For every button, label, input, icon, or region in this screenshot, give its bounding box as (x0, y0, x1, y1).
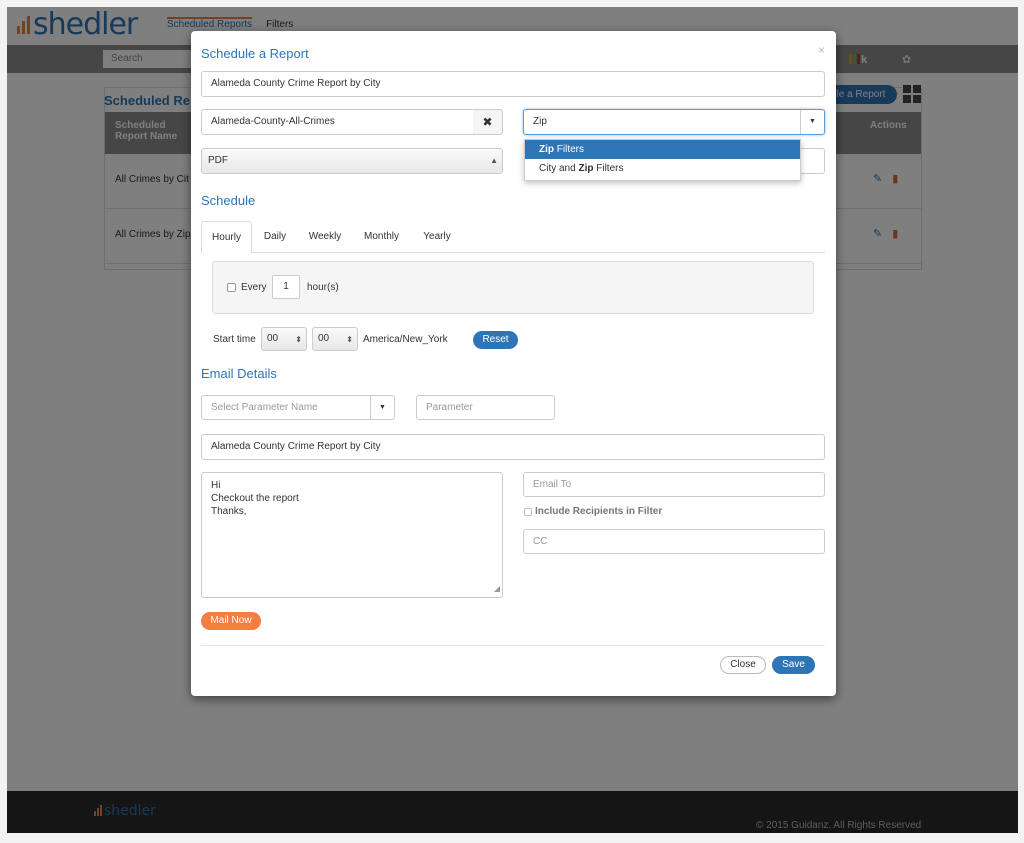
tab-weekly[interactable]: Weekly (300, 221, 350, 253)
format-value: PDF (208, 155, 228, 166)
every-label: Every (241, 282, 267, 293)
start-time-label: Start time (213, 334, 256, 345)
report-name-input[interactable]: Alameda County Crime Report by City (201, 71, 825, 97)
updown-icon: ▲ (490, 156, 498, 165)
parameter-input[interactable]: Parameter (416, 395, 555, 420)
schedule-tabs: Hourly Daily Weekly Monthly Yearly (201, 221, 825, 254)
format-select[interactable]: PDF ▲ (201, 148, 503, 174)
hourly-panel: Every 1 hour(s) (212, 261, 814, 314)
filter-option[interactable]: Zip Filters (525, 140, 800, 159)
tab-hourly[interactable]: Hourly (201, 221, 252, 254)
start-hour-select[interactable]: 00 ⬍ (261, 327, 307, 351)
schedule-report-modal: Schedule a Report × Alameda County Crime… (191, 31, 836, 696)
tab-monthly[interactable]: Monthly (354, 221, 409, 253)
timezone-label: America/New_York (363, 334, 448, 345)
filter-dropdown: Zip Filters City and Zip Filters (524, 139, 801, 181)
start-hour-value: 00 (267, 333, 279, 344)
start-minute-value: 00 (318, 333, 330, 344)
email-details-title: Email Details (201, 366, 277, 381)
schedule-title: Schedule (201, 193, 256, 208)
include-recipients-label: Include Recipients in Filter (535, 506, 663, 517)
close-icon[interactable]: × (818, 43, 825, 57)
reset-button[interactable]: Reset (473, 331, 518, 349)
footer-divider (201, 645, 825, 646)
chevron-down-icon[interactable]: ▼ (370, 396, 394, 419)
chevron-down-icon[interactable]: ▼ (800, 110, 824, 134)
save-button[interactable]: Save (772, 656, 815, 674)
parameter-name-placeholder: Select Parameter Name (211, 402, 318, 413)
index-input[interactable]: Alameda-County-All-Crimes (201, 109, 474, 135)
email-to-input[interactable]: Email To (523, 472, 825, 497)
filter-input[interactable]: Zip (533, 110, 547, 134)
tab-daily[interactable]: Daily (255, 221, 295, 253)
clear-index-button[interactable]: ✖ (473, 109, 503, 135)
cc-input[interactable]: CC (523, 529, 825, 554)
subject-input[interactable]: Alameda County Crime Report by City (201, 434, 825, 460)
filter-option[interactable]: City and Zip Filters (525, 159, 800, 178)
start-minute-select[interactable]: 00 ⬍ (312, 327, 358, 351)
every-checkbox[interactable] (227, 283, 236, 292)
email-body-text: Hi Checkout the report Thanks, (211, 480, 299, 517)
updown-icon: ⬍ (346, 335, 353, 344)
resize-grip-icon[interactable]: ◢ (494, 582, 500, 595)
hours-unit-label: hour(s) (307, 282, 339, 293)
tab-yearly[interactable]: Yearly (414, 221, 460, 253)
mail-now-button[interactable]: Mail Now (201, 612, 261, 630)
filter-field-edge (801, 148, 825, 174)
close-button[interactable]: Close (720, 656, 766, 674)
include-recipients-checkbox[interactable] (524, 508, 532, 516)
updown-icon: ⬍ (295, 335, 302, 344)
email-body-textarea[interactable]: Hi Checkout the report Thanks, ◢ (201, 472, 503, 598)
filter-combobox[interactable]: Zip ▼ (523, 109, 825, 135)
parameter-name-select[interactable]: Select Parameter Name ▼ (201, 395, 395, 420)
modal-title: Schedule a Report (201, 46, 309, 61)
hours-input[interactable]: 1 (272, 275, 300, 299)
